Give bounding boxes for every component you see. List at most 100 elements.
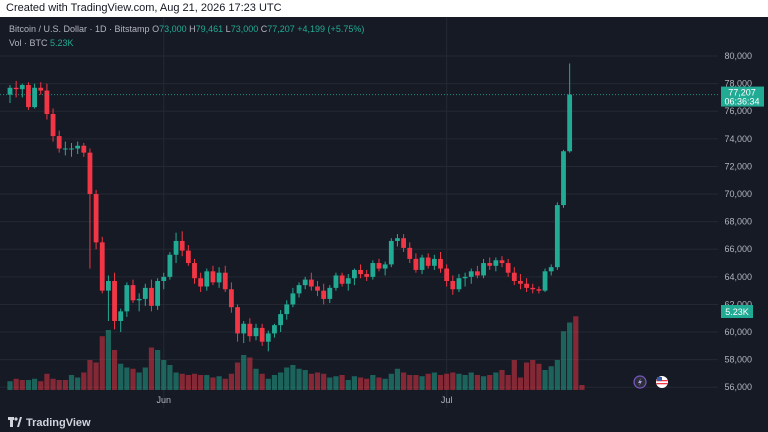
candles	[0, 63, 718, 352]
volume-bar	[474, 375, 480, 390]
open-value: 73,000	[159, 24, 187, 34]
volume-bar	[468, 372, 474, 390]
volume-bar	[62, 380, 68, 390]
candle-body	[167, 254, 173, 277]
volume-bar	[7, 381, 13, 390]
volume-bar	[431, 372, 437, 390]
volume-bar	[554, 360, 560, 390]
price-tick-label: 60,000	[724, 327, 752, 337]
candle-body	[431, 258, 437, 266]
candle-body	[32, 87, 37, 108]
volume-bar	[364, 378, 370, 390]
candle-body	[50, 114, 56, 137]
event-icons[interactable]	[633, 375, 668, 389]
volume-bars	[7, 316, 585, 390]
price-tick-label: 66,000	[724, 244, 752, 254]
candle-body	[62, 148, 68, 150]
candle-body	[229, 289, 234, 308]
price-tick-label: 74,000	[724, 134, 752, 144]
volume-bar	[511, 360, 517, 390]
candlestick-chart[interactable]: 56,00058,00060,00062,00064,00066,00068,0…	[0, 17, 768, 414]
candle-body	[284, 304, 290, 315]
candle-body	[155, 280, 160, 306]
footer	[0, 414, 768, 432]
volume-bar	[179, 373, 185, 390]
candle-body	[358, 269, 363, 275]
volume-bar	[480, 376, 487, 390]
volume-bar	[567, 322, 573, 390]
volume-bar	[118, 363, 124, 390]
volume-bar	[19, 380, 25, 390]
volume-bar	[517, 377, 524, 390]
candle-body	[7, 87, 13, 95]
candle-body	[450, 280, 456, 290]
time-axis[interactable]: JunJulAug	[156, 395, 768, 405]
candle-body	[536, 289, 542, 291]
volume-bar	[124, 367, 130, 390]
logo-text: TradingView	[26, 417, 91, 429]
volume-bar	[185, 375, 191, 390]
volume-bar	[198, 375, 204, 390]
candle-body	[419, 257, 425, 270]
us-flag-stripe	[656, 383, 668, 385]
volume-bar	[93, 362, 99, 390]
candle-body	[425, 257, 431, 266]
candle-body	[235, 307, 240, 334]
volume-bar	[524, 362, 530, 390]
volume-bar	[462, 375, 468, 390]
volume-bar	[487, 375, 493, 390]
volume-bar	[191, 373, 198, 390]
volume-bar	[25, 380, 32, 390]
volume-bar	[413, 375, 419, 390]
candle-body	[75, 145, 81, 149]
candle-body	[136, 298, 142, 301]
candle-body	[444, 268, 450, 281]
candle-body	[438, 258, 443, 269]
volume-bar	[136, 372, 142, 390]
lightning-icon	[633, 375, 647, 389]
volume-bar	[548, 366, 554, 390]
price-tick-label: 80,000	[724, 51, 752, 61]
candle-body	[99, 242, 105, 291]
candle-body	[161, 276, 167, 281]
volume-bar	[130, 368, 136, 390]
candle-body	[69, 148, 74, 150]
banner-text: Created with TradingView.com, Aug 21, 20…	[6, 2, 282, 14]
candle-body	[247, 323, 253, 337]
countdown-timer: 06:36:34	[724, 97, 759, 107]
volume-bar	[81, 372, 87, 390]
candle-body	[333, 275, 339, 288]
candle-body	[290, 293, 296, 305]
candle-body	[352, 269, 357, 279]
candle-body	[204, 271, 210, 287]
candle-body	[493, 260, 499, 266]
volume-bar	[204, 375, 210, 390]
candle-body	[19, 85, 25, 90]
candle-body	[468, 271, 474, 277]
candle-body	[542, 271, 548, 291]
candle-body	[272, 325, 277, 334]
volume-bar	[437, 375, 444, 390]
volume-bar	[573, 316, 579, 390]
price-tick-label: 70,000	[724, 189, 752, 199]
symbol-title: Bitcoin / U.S. Dollar · 1D · Bitstamp	[9, 24, 150, 34]
candle-body	[192, 263, 197, 279]
candle-body	[278, 314, 283, 326]
volume-bar	[499, 370, 505, 390]
candle-body	[388, 240, 394, 265]
tradingview-logo-icon	[8, 417, 22, 427]
tradingview-logo[interactable]: TradingView	[8, 417, 91, 429]
candle-body	[296, 285, 302, 294]
volume-bar	[376, 377, 382, 390]
volume-bar	[75, 377, 81, 390]
candle-body	[487, 263, 493, 266]
volume-bar	[56, 380, 62, 390]
volume-bar	[253, 368, 259, 390]
candle-body	[308, 279, 314, 287]
candle-body	[87, 152, 93, 195]
price-tick-label: 58,000	[724, 355, 752, 365]
candle-body	[554, 205, 560, 268]
candle-body	[364, 274, 370, 277]
volume-bar	[388, 373, 394, 390]
candle-body	[93, 194, 99, 243]
